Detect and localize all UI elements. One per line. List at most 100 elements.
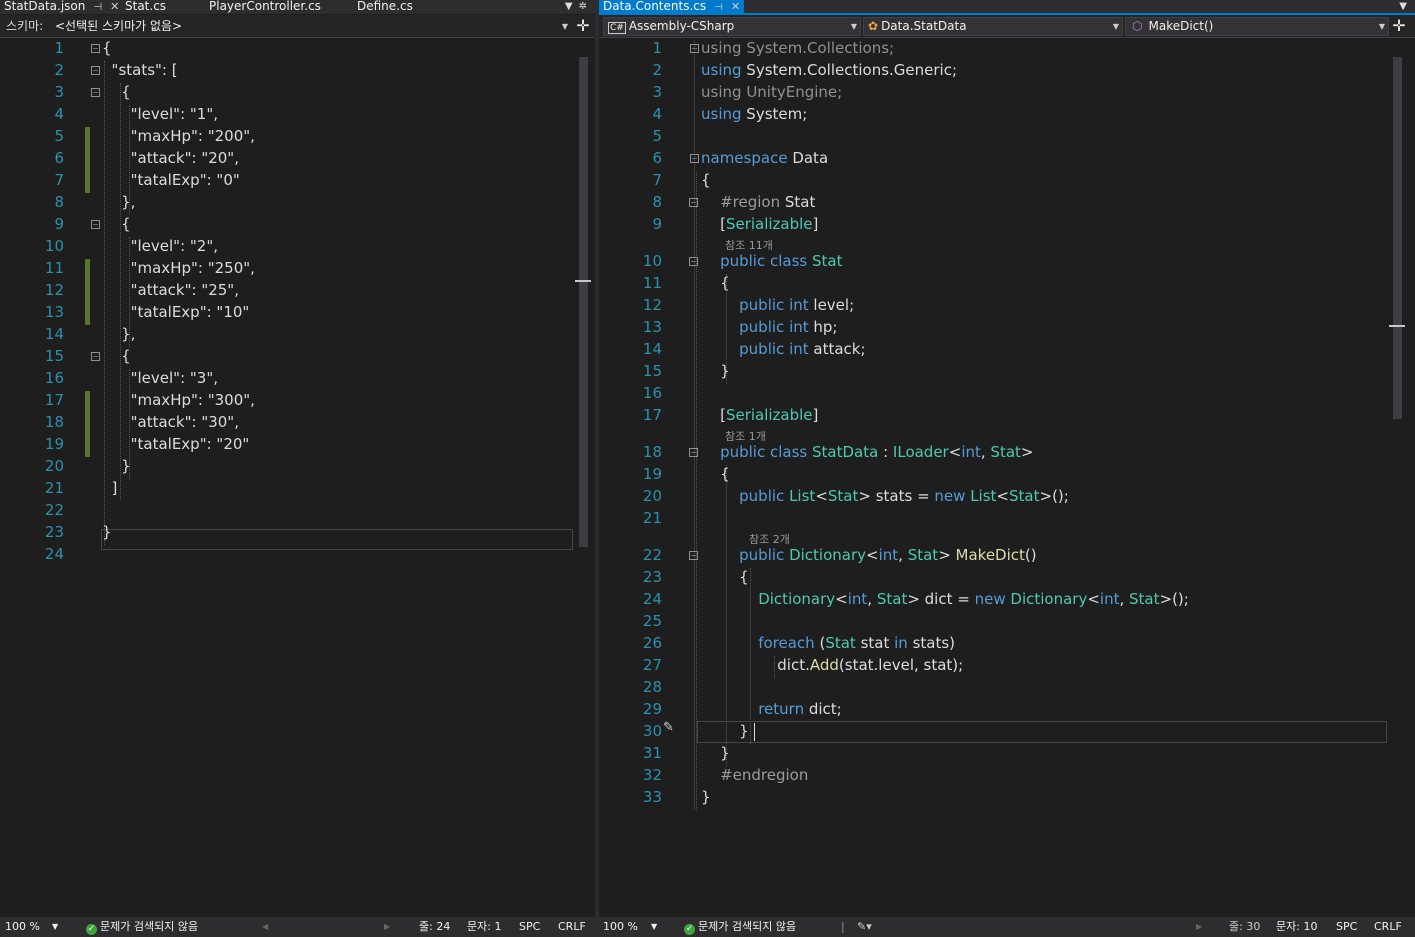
change-marker [85, 127, 90, 193]
split-add-icon[interactable]: ✛ [1390, 17, 1408, 36]
close-icon[interactable]: ✕ [731, 0, 740, 13]
zoom-level[interactable]: 100 % [5, 917, 40, 937]
line-number: 31 [642, 744, 662, 762]
line-number: 32 [642, 766, 662, 784]
left-tab-bar: StatData.json ⊣ ✕ Stat.cs PlayerController… [0, 0, 595, 14]
code-token: "1", [189, 105, 219, 123]
member-dropdown[interactable]: ⬡ MakeDict() ▼ [1125, 17, 1389, 36]
line-number: 3 [54, 83, 64, 101]
collapse-icon[interactable]: − [91, 352, 100, 361]
collapse-icon[interactable]: − [91, 88, 100, 97]
code-token: level; [808, 296, 855, 314]
code-line: Dictionary<int, Stat> dict = new Diction… [701, 590, 1189, 608]
code-token: }, [102, 193, 136, 211]
scroll-position-marker [575, 280, 591, 282]
spacing-indicator[interactable]: SPC [519, 917, 540, 937]
tab-tools: ▼ [1399, 0, 1413, 13]
collapse-icon[interactable]: − [689, 551, 698, 560]
code-token: > stats = [858, 487, 935, 505]
collapse-icon[interactable]: − [91, 220, 100, 229]
vertical-scrollbar[interactable] [575, 39, 591, 917]
code-line: using System; [701, 105, 807, 123]
type-name: Data.StatData [881, 19, 967, 33]
code-token: new [974, 590, 1006, 608]
schema-dropdown[interactable]: <선택된 스키마가 없음> ▼ [50, 17, 572, 36]
issues-indicator[interactable]: ✓ 문제가 검색되지 않음 [684, 917, 796, 937]
code-token: Stat [812, 252, 843, 270]
project-dropdown[interactable]: C# Assembly-CSharp ▼ [603, 17, 861, 36]
column-indicator[interactable]: 문자: 10 [1276, 917, 1317, 937]
references-codelens[interactable]: 참조 11개 [725, 237, 773, 253]
line-number: 1 [652, 39, 662, 57]
scroll-left-icon[interactable]: ◀ [262, 917, 268, 937]
line-indicator[interactable]: 줄: 24 [419, 917, 450, 937]
zoom-level[interactable]: 100 % [603, 917, 638, 937]
tab-dropdown-icon[interactable]: ▼ [565, 1, 579, 12]
code-line: public int attack; [701, 340, 865, 358]
code-token: { [701, 171, 711, 189]
references-codelens[interactable]: 참조 1개 [725, 428, 766, 444]
code-line: { [102, 215, 131, 233]
tab-playercontroller-cs[interactable]: PlayerController.cs [205, 0, 325, 14]
type-dropdown[interactable]: ✿ Data.StatData ▼ [863, 17, 1123, 36]
current-line-highlight [697, 721, 1387, 743]
line-number: 9 [54, 215, 64, 233]
references-codelens[interactable]: 참조 2개 [749, 531, 790, 547]
code-token: } [701, 788, 711, 806]
tab-label: Data.Contents.cs [603, 0, 707, 13]
close-icon[interactable]: ✕ [110, 0, 119, 13]
line-ending-indicator[interactable]: CRLF [558, 917, 586, 937]
collapse-icon[interactable]: − [690, 44, 699, 53]
line-number: 10 [642, 252, 662, 270]
vertical-scrollbar[interactable] [1389, 39, 1405, 917]
json-code-area[interactable]: 1−{2− "stats": [3− {4 "level": "1", 5 "ma… [0, 39, 595, 917]
change-marker [85, 259, 90, 325]
code-token: "20" [216, 435, 250, 453]
issues-indicator[interactable]: ✓ 문제가 검색되지 않음 [86, 917, 198, 937]
brush-icon[interactable]: ✎▾ [857, 917, 872, 937]
code-token: dict; [804, 700, 842, 718]
scroll-left-icon[interactable]: ▶ [1196, 917, 1202, 937]
collapse-icon[interactable]: − [689, 198, 698, 207]
collapse-icon[interactable]: − [689, 448, 698, 457]
gear-icon[interactable]: ✲ [579, 1, 593, 12]
line-number: 5 [652, 127, 662, 145]
scrollbar-thumb[interactable] [579, 57, 588, 547]
pin-icon[interactable]: ⊣ [714, 2, 723, 13]
line-indicator[interactable]: 줄: 30 [1229, 917, 1260, 937]
spacing-indicator[interactable]: SPC [1336, 917, 1357, 937]
csharp-code-area[interactable]: 1− using System.Collections; 2 using System… [599, 39, 1415, 917]
chevron-down-icon: ▼ [850, 22, 857, 31]
code-token: "level": [102, 105, 190, 123]
split-add-icon[interactable]: ✛ [574, 17, 592, 36]
collapse-icon[interactable]: − [690, 154, 699, 163]
collapse-icon[interactable]: − [689, 257, 698, 266]
line-ending-indicator[interactable]: CRLF [1374, 917, 1402, 937]
zoom-dropdown-icon[interactable]: ▼ [52, 917, 58, 937]
code-token: Dictionary [789, 546, 867, 564]
line-number: 23 [44, 523, 64, 541]
zoom-dropdown-icon[interactable]: ▼ [651, 917, 657, 937]
tab-dropdown-icon[interactable]: ▼ [1399, 1, 1413, 12]
code-token: { [102, 215, 131, 233]
code-token: System.Collections.Generic; [741, 61, 958, 79]
scroll-right-icon[interactable]: ▶ [384, 917, 390, 937]
tab-define-cs[interactable]: Define.cs [353, 0, 417, 14]
code-line: using UnityEngine; [701, 83, 842, 101]
code-line: { [102, 347, 131, 365]
pin-icon[interactable]: ⊣ [93, 2, 102, 13]
collapse-icon[interactable]: − [91, 66, 100, 75]
code-token: Add [809, 656, 839, 674]
scrollbar-thumb[interactable] [1393, 57, 1402, 419]
line-number: 24 [44, 545, 64, 563]
line-number: 19 [44, 435, 64, 453]
collapse-icon[interactable]: − [91, 44, 100, 53]
column-indicator[interactable]: 문자: 1 [467, 917, 501, 937]
tab-statdata-json[interactable]: StatData.json ⊣ ✕ [0, 0, 121, 14]
indent-guide [726, 465, 727, 766]
quick-actions-brush-icon[interactable]: ✎ [663, 720, 674, 735]
tab-data-contents-cs[interactable]: Data.Contents.cs ⊣ ✕ [599, 0, 745, 14]
tab-stat-cs[interactable]: Stat.cs [121, 0, 170, 14]
